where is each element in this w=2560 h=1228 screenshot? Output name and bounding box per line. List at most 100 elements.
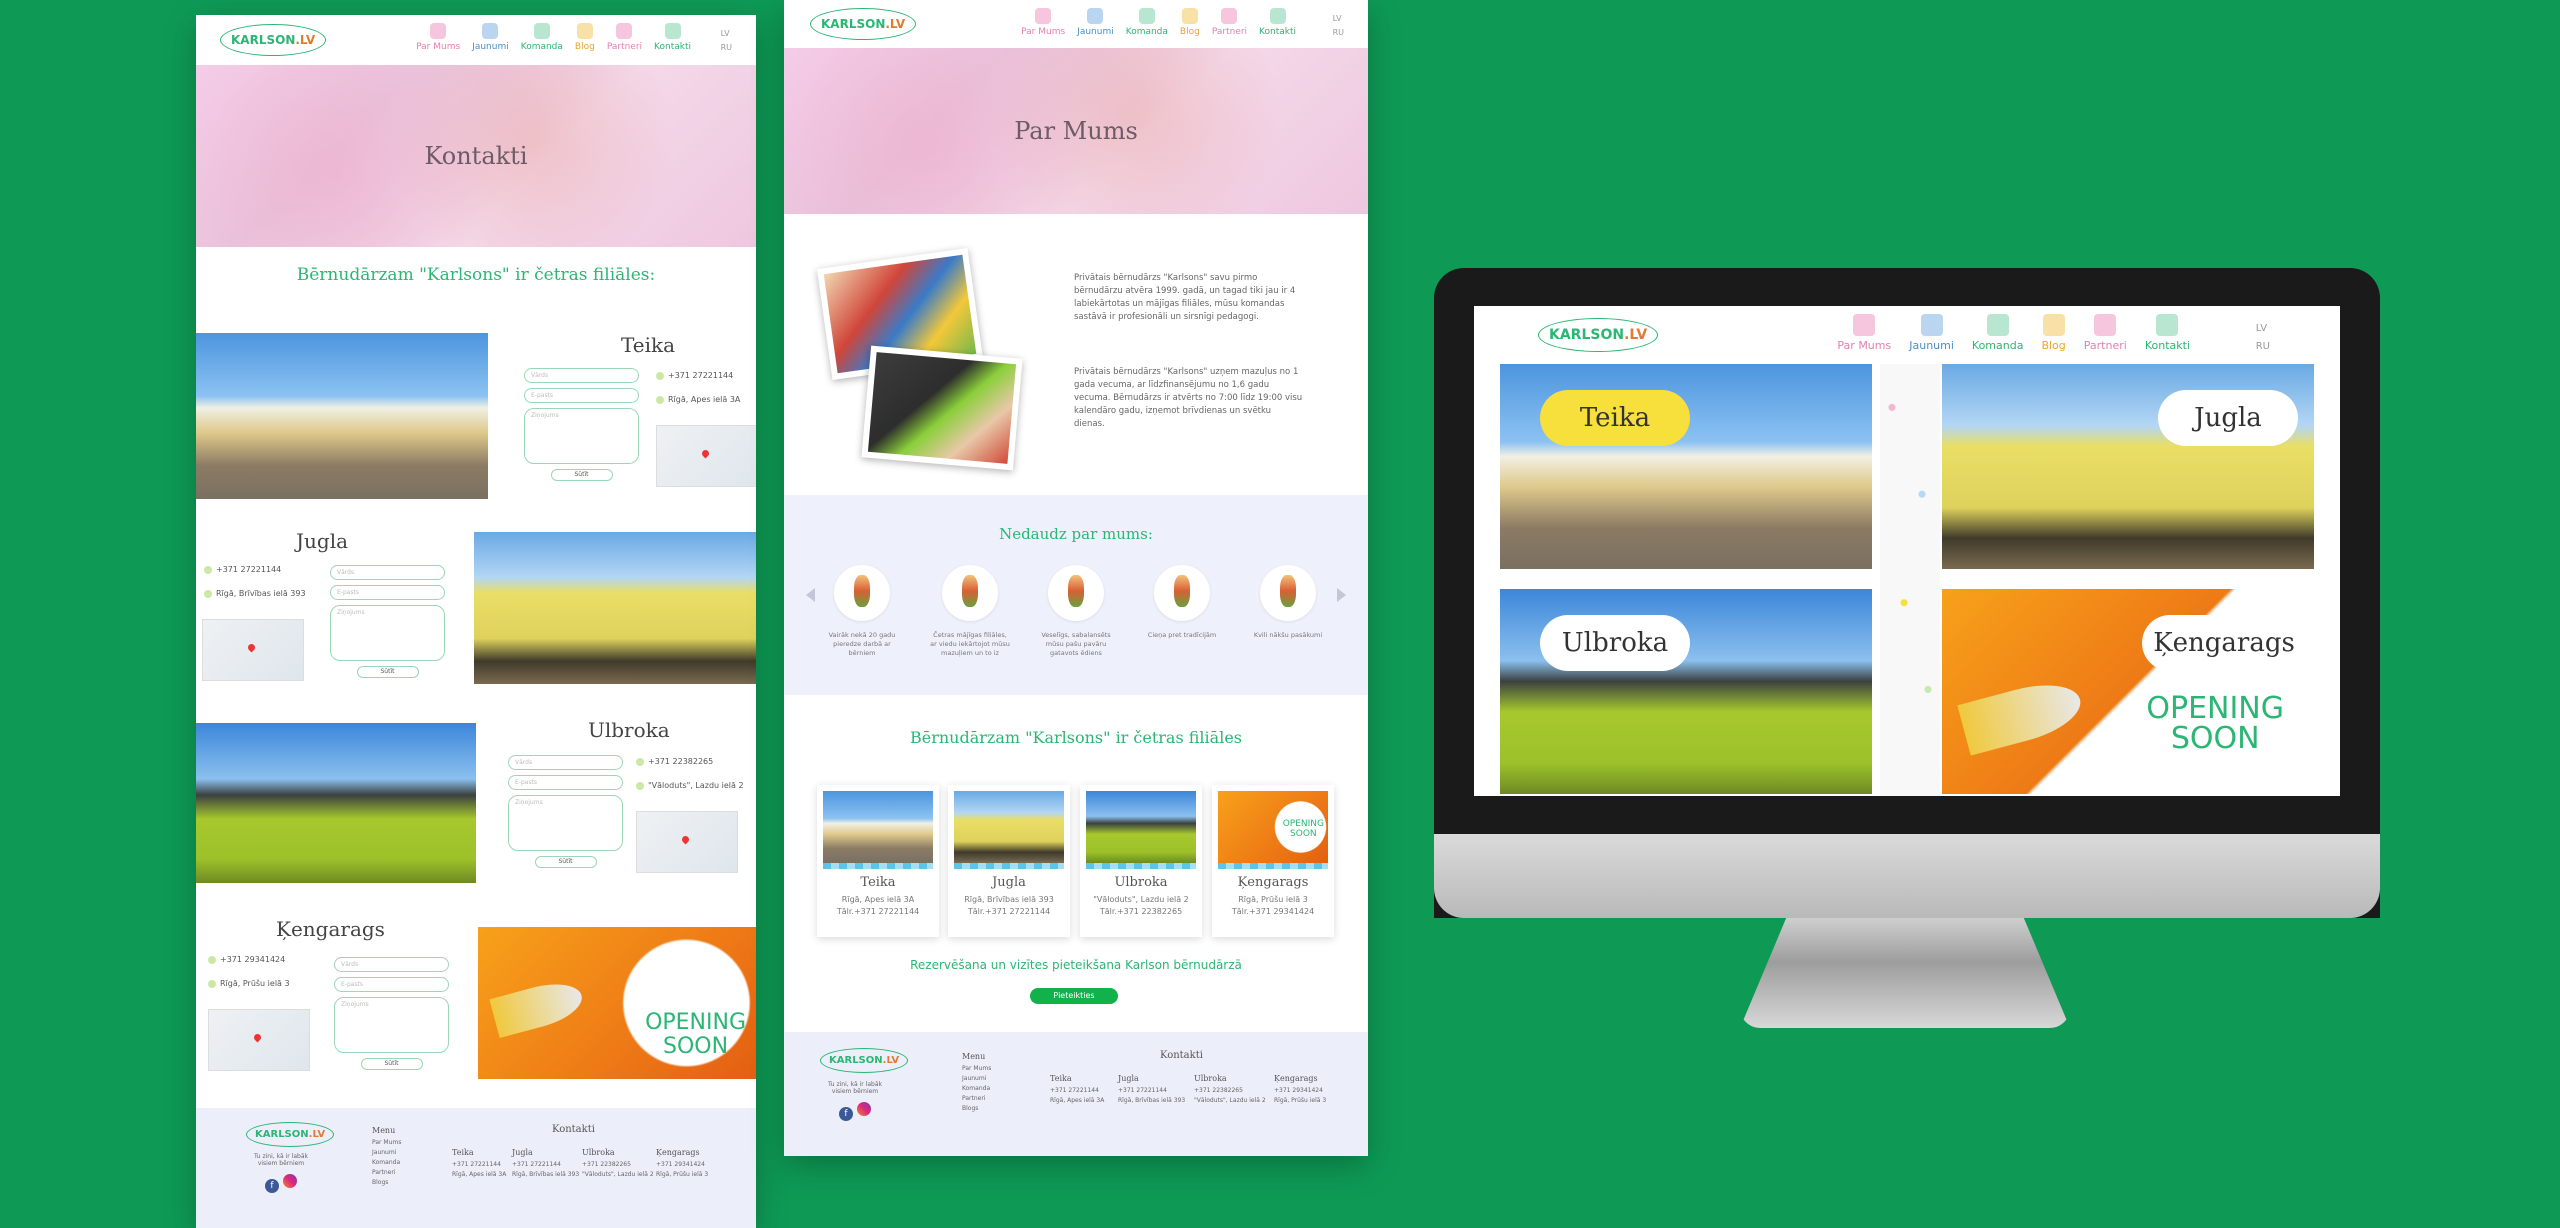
- pin-icon: [656, 395, 664, 404]
- logo[interactable]: KARLSON.LV: [810, 8, 917, 40]
- contact-form: Vārds E-pasts Ziņojums Sūtīt: [330, 565, 445, 678]
- page-title: Kontakti: [424, 142, 528, 170]
- card-addr: Rīgā, Apes ielā 3A: [841, 895, 915, 904]
- nav-item-komanda[interactable]: Komanda: [1126, 8, 1168, 37]
- footer-link[interactable]: Komanda: [962, 1084, 991, 1094]
- map[interactable]: [202, 619, 304, 681]
- tile-kengarags[interactable]: Ķengarags OPENING SOON: [1942, 589, 2314, 794]
- col-address: Rīgā, Apes ielā 3A: [452, 1171, 507, 1178]
- map[interactable]: [656, 425, 756, 487]
- nav-item-kontakti[interactable]: Kontakti: [2145, 314, 2190, 352]
- message-field[interactable]: Ziņojums: [508, 795, 623, 851]
- name-field[interactable]: Vārds: [524, 368, 639, 383]
- phone-icon: [208, 955, 216, 964]
- submit-button[interactable]: Sūtīt: [360, 1058, 423, 1070]
- plasticine-image: [867, 352, 1017, 464]
- footer-link[interactable]: Partneri: [962, 1094, 991, 1104]
- arrow-right-icon[interactable]: [1337, 588, 1346, 602]
- email-field[interactable]: E-pasts: [330, 585, 445, 600]
- message-field[interactable]: Ziņojums: [330, 605, 445, 661]
- tile-teika[interactable]: Teika: [1500, 364, 1872, 569]
- address-text: "Vāloduts", Lazdu ielā 2: [648, 781, 744, 790]
- footer-link[interactable]: Par Mums: [962, 1064, 991, 1074]
- footer-link[interactable]: Par Mums: [372, 1138, 401, 1148]
- phone-icon: [636, 757, 644, 766]
- footer-col-jugla: Jugla +371 27221144 Rīgā, Brīvības ielā 39…: [1118, 1074, 1185, 1106]
- nav-item-jaunumi[interactable]: Jaunumi: [1909, 314, 1954, 352]
- lang-lv[interactable]: LV: [721, 27, 732, 41]
- submit-button[interactable]: Sūtīt: [534, 856, 597, 868]
- footer-logo[interactable]: KARLSON.LV: [820, 1048, 909, 1073]
- lang-lv[interactable]: LV: [1333, 12, 1344, 26]
- nav-item-blog[interactable]: Blog: [2041, 314, 2066, 352]
- nav-label: Jaunumi: [1909, 339, 1954, 352]
- branch-ulbroka: Ulbroka Vārds E-pasts Ziņojums Sūtīt +37…: [196, 715, 756, 885]
- horse-icon: [533, 23, 550, 39]
- submit-button[interactable]: Sūtīt: [356, 666, 419, 678]
- phone-text: +371 27221144: [668, 371, 734, 380]
- recent-title: Nedaudz par mums:: [999, 525, 1153, 543]
- recent-item: Kvili nākšu pasākumi: [1248, 565, 1328, 640]
- logo[interactable]: KARLSON.LV: [1538, 318, 1659, 352]
- tile-ulbroka[interactable]: Ulbroka: [1500, 589, 1872, 794]
- footer-link[interactable]: Blogs: [372, 1178, 401, 1188]
- apply-button[interactable]: Pieteikties: [1030, 988, 1118, 1004]
- footer-link[interactable]: Jaunumi: [372, 1148, 401, 1158]
- lang-ru[interactable]: RU: [1333, 26, 1344, 40]
- nav-item-kontakti[interactable]: Kontakti: [654, 23, 691, 52]
- nav-item-komanda[interactable]: Komanda: [521, 23, 563, 52]
- phone: +371 22382265: [636, 757, 713, 766]
- footer-link[interactable]: Jaunumi: [962, 1074, 991, 1084]
- email-field[interactable]: E-pasts: [508, 775, 623, 790]
- email-field[interactable]: E-pasts: [524, 388, 639, 403]
- nav-item-partneri[interactable]: Partneri: [607, 23, 642, 52]
- about-text-2: Privātais bērnudārzs "Karlsons" uzņem ma…: [1074, 367, 1303, 429]
- branch-card-jugla[interactable]: Jugla Rīgā, Brīvības ielā 393 Tālr.+371 27…: [948, 785, 1070, 937]
- arrow-left-icon[interactable]: [806, 588, 815, 602]
- instagram-icon[interactable]: [857, 1102, 871, 1116]
- lang-ru[interactable]: RU: [721, 41, 732, 55]
- name-field[interactable]: Vārds: [334, 957, 449, 972]
- message-field[interactable]: Ziņojums: [334, 997, 449, 1053]
- tile-jugla[interactable]: Jugla: [1942, 364, 2314, 569]
- map[interactable]: [636, 811, 738, 873]
- nav-item-partneri[interactable]: Partneri: [2084, 314, 2127, 352]
- about-text-1: Privātais bērnudārzs "Karlsons" savu pir…: [1074, 273, 1296, 322]
- lang-lv[interactable]: LV: [2256, 320, 2270, 338]
- branch-card-kengarags[interactable]: OPENING SOON Ķengarags Rīgā, Prūšu ielā 3 Tā…: [1212, 785, 1334, 937]
- footer-link[interactable]: Partneri: [372, 1168, 401, 1178]
- nav-item-kontakti[interactable]: Kontakti: [1259, 8, 1296, 37]
- branch-card-teika[interactable]: Teika Rīgā, Apes ielā 3A Tālr.+371 2722114…: [817, 785, 939, 937]
- name-field[interactable]: Vārds: [330, 565, 445, 580]
- logo-text: KARLSON: [1549, 327, 1625, 343]
- nav-item-par-mums[interactable]: Par Mums: [1021, 8, 1065, 37]
- opening-soon-banner: OPENING SOON: [478, 927, 756, 1079]
- lang-ru[interactable]: RU: [2256, 338, 2270, 356]
- footer-logo[interactable]: KARLSON.LV: [246, 1122, 335, 1147]
- nav-item-par-mums[interactable]: Par Mums: [416, 23, 460, 52]
- nav-item-partneri[interactable]: Partneri: [1212, 8, 1247, 37]
- nav-item-blog[interactable]: Blog: [1180, 8, 1200, 37]
- nav-links: Par Mums Jaunumi Komanda Blog Partneri K…: [1837, 314, 2190, 352]
- logo[interactable]: KARLSON.LV: [220, 24, 327, 56]
- footer-link[interactable]: Komanda: [372, 1158, 401, 1168]
- map[interactable]: [208, 1009, 310, 1071]
- footer-link[interactable]: Blogs: [962, 1104, 991, 1114]
- nav-item-jaunumi[interactable]: Jaunumi: [472, 23, 509, 52]
- nav-item-komanda[interactable]: Komanda: [1972, 314, 2023, 352]
- facebook-icon[interactable]: f: [839, 1107, 853, 1121]
- footer-col-ulbroka: Ulbroka +371 22382265 "Vāloduts", Lazdu ie…: [1194, 1074, 1266, 1106]
- facebook-icon[interactable]: f: [265, 1179, 279, 1193]
- recent-item: Veselīgs, sabalansēts mūsu pašu pavāru g…: [1036, 565, 1116, 658]
- email-field[interactable]: E-pasts: [334, 977, 449, 992]
- message-field[interactable]: Ziņojums: [524, 408, 639, 464]
- nav-item-jaunumi[interactable]: Jaunumi: [1077, 8, 1114, 37]
- branch-card-ulbroka[interactable]: Ulbroka "Vāloduts", Lazdu ielā 2 Tālr.+371…: [1080, 785, 1202, 937]
- wave-divider: [823, 863, 933, 869]
- nav-item-blog[interactable]: Blog: [575, 23, 595, 52]
- nav-item-par-mums[interactable]: Par Mums: [1837, 314, 1891, 352]
- instagram-icon[interactable]: [283, 1174, 297, 1188]
- name-field[interactable]: Vārds: [508, 755, 623, 770]
- submit-button[interactable]: Sūtīt: [550, 469, 613, 481]
- col-address: Rīgā, Prūšu ielā 3: [656, 1171, 709, 1178]
